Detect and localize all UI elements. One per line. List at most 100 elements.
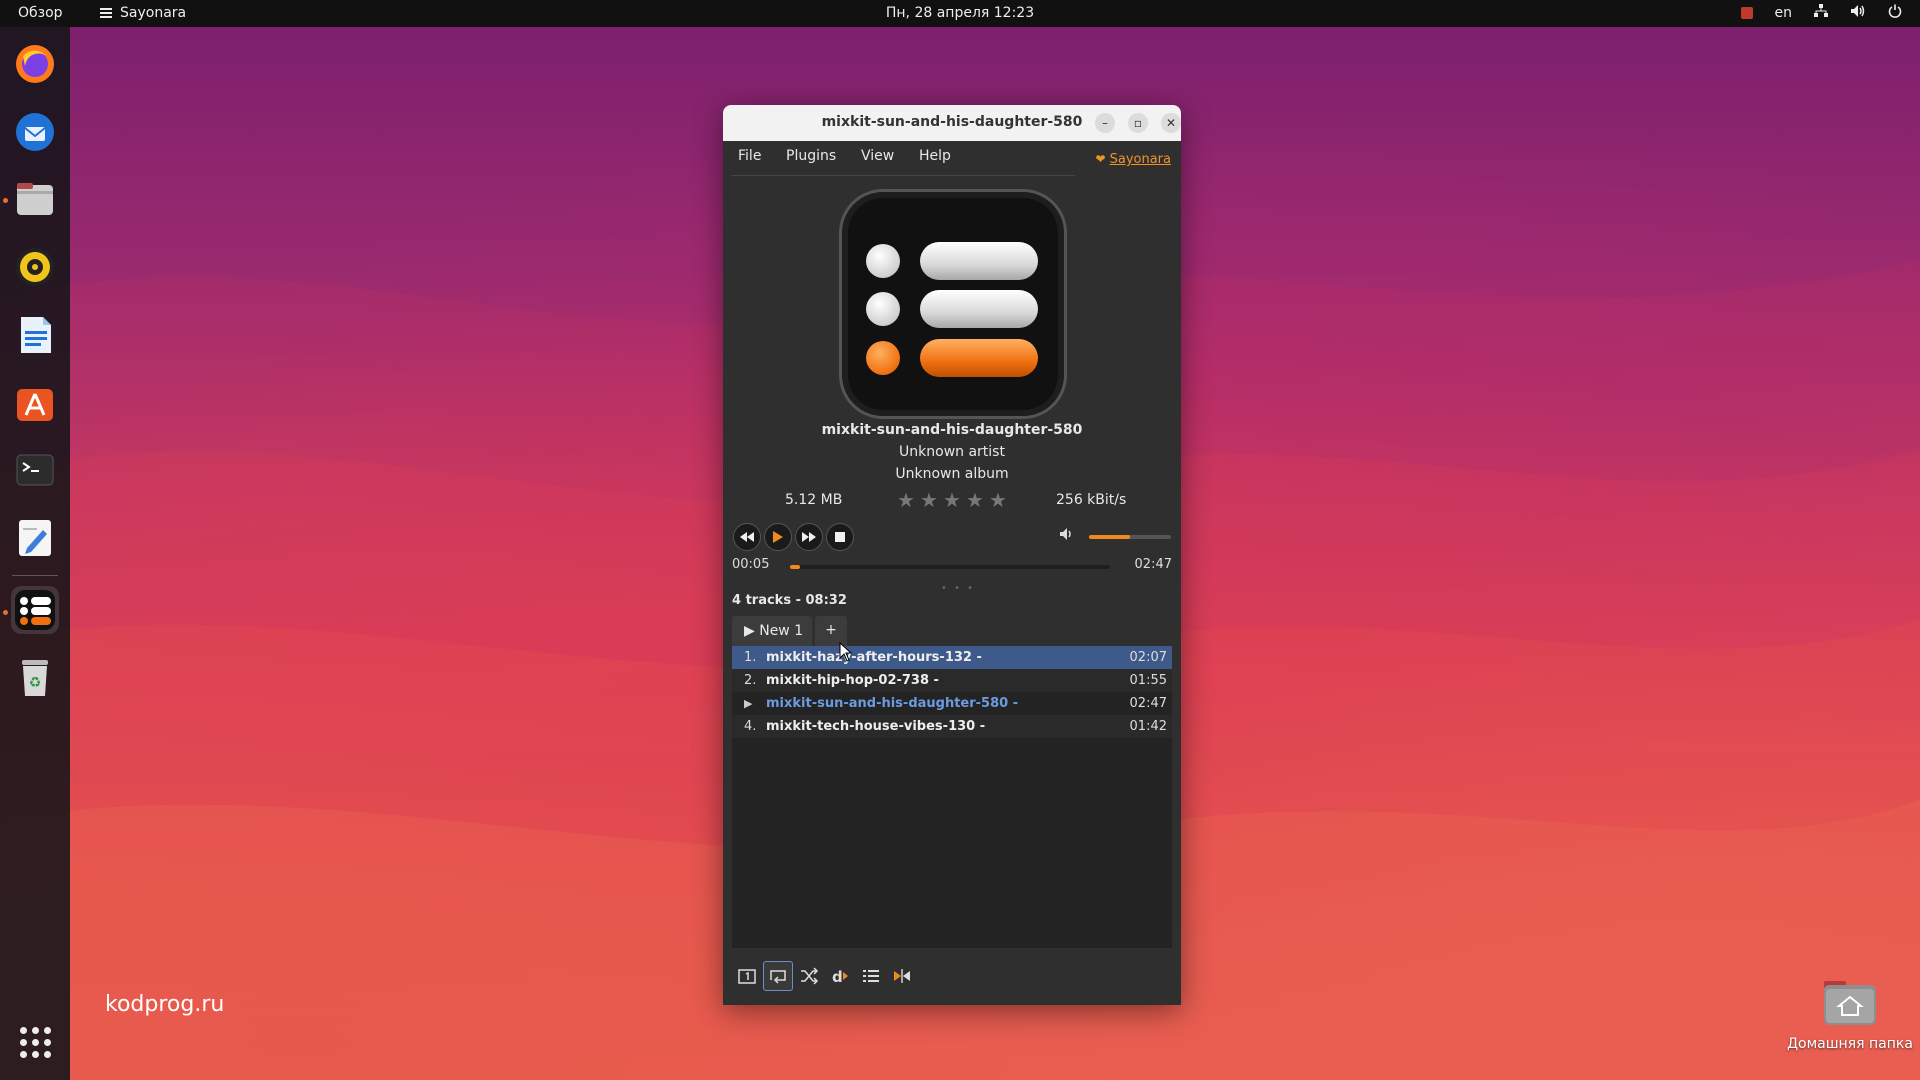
rewind-icon — [740, 532, 754, 542]
track-number: 1. — [744, 650, 757, 665]
playlist[interactable]: 1. mixkit-hazy-after-hours-132 - 02:07 2… — [732, 646, 1172, 948]
now-playing-icon: ▶ — [744, 697, 753, 710]
dynamic-playback-button[interactable]: d — [825, 961, 855, 991]
gapless-icon — [894, 969, 910, 983]
playlist-row[interactable]: ▶ mixkit-sun-and-his-daughter-580 - 02:4… — [732, 692, 1172, 715]
volume-icon[interactable] — [1850, 4, 1866, 22]
star-icon[interactable]: ★ — [988, 488, 1008, 512]
play-button[interactable] — [764, 523, 792, 551]
track-duration: 01:55 — [1129, 673, 1167, 688]
star-icon[interactable]: ★ — [896, 488, 916, 512]
top-bar: Обзор Sayonara Пн, 28 апреля 12:23 en — [0, 0, 1920, 27]
total-time: 02:47 — [1134, 557, 1172, 572]
shuffle-icon — [801, 967, 819, 985]
trash-icon[interactable]: ♻ — [11, 654, 59, 702]
star-icon[interactable]: ★ — [965, 488, 985, 512]
repeat-all-button[interactable] — [763, 961, 793, 991]
rating-stars[interactable]: ★ ★ ★ ★ ★ — [896, 488, 1008, 512]
stop-icon — [835, 532, 845, 542]
show-apps-button[interactable] — [11, 1018, 59, 1066]
track-name: mixkit-hazy-after-hours-132 - — [766, 650, 982, 665]
volume-fill — [1089, 535, 1130, 539]
menu-divider — [731, 175, 1075, 176]
track-name: mixkit-sun-and-his-daughter-580 - — [766, 696, 1019, 711]
seek-fill — [790, 565, 800, 569]
terminal-icon[interactable] — [11, 446, 59, 494]
shuffle-button[interactable] — [794, 961, 824, 991]
previous-button[interactable] — [733, 523, 761, 551]
cover-dot-1 — [866, 244, 900, 278]
playlist-row[interactable]: 1. mixkit-hazy-after-hours-132 - 02:07 — [732, 646, 1172, 669]
maximize-button[interactable]: ▫ — [1128, 113, 1148, 133]
file-size: 5.12 MB — [785, 492, 843, 508]
track-artist: Unknown artist — [899, 444, 1005, 460]
svg-text:♻: ♻ — [29, 675, 42, 691]
playlist-row[interactable]: 4. mixkit-tech-house-vibes-130 - 01:42 — [732, 715, 1172, 738]
sayonara-icon[interactable] — [11, 586, 59, 634]
firefox-icon[interactable] — [11, 40, 59, 88]
append-button[interactable] — [856, 961, 886, 991]
track-duration: 02:07 — [1129, 650, 1167, 665]
title-bar[interactable]: mixkit-sun-and-his-daughter-580 – ▫ ✕ — [723, 105, 1181, 141]
running-indicator — [3, 198, 8, 203]
close-button[interactable]: ✕ — [1161, 113, 1181, 133]
playlist-row[interactable]: 2. mixkit-hip-hop-02-738 - 01:55 — [732, 669, 1172, 692]
playlist-tab[interactable]: ▶ New 1 — [732, 616, 812, 646]
forward-icon — [802, 532, 816, 542]
mouse-cursor-icon — [839, 642, 853, 662]
sayonara-link-label: Sayonara — [1109, 152, 1171, 167]
stop-button[interactable] — [826, 523, 854, 551]
files-icon[interactable] — [11, 175, 59, 223]
track-title: mixkit-sun-and-his-daughter-580 — [821, 422, 1083, 438]
next-button[interactable] — [795, 523, 823, 551]
minimize-button[interactable]: – — [1095, 113, 1115, 133]
star-icon[interactable]: ★ — [919, 488, 939, 512]
bitrate: 256 kBit/s — [1056, 492, 1127, 508]
system-tray[interactable]: en — [1740, 4, 1903, 22]
heart-icon: ❤ — [1095, 152, 1106, 166]
text-editor-icon[interactable] — [11, 514, 59, 562]
repeat-one-button[interactable] — [732, 961, 762, 991]
gapless-button[interactable] — [887, 961, 917, 991]
menu-plugins[interactable]: Plugins — [786, 148, 836, 164]
watermark: kodprog.ru — [105, 992, 225, 1017]
dock-separator — [12, 575, 58, 576]
menu-view[interactable]: View — [861, 148, 894, 164]
keyboard-layout[interactable]: en — [1775, 5, 1793, 21]
network-icon[interactable] — [1814, 4, 1828, 22]
track-number: 4. — [744, 719, 757, 734]
clock[interactable]: Пн, 28 апреля 12:23 — [0, 5, 1920, 21]
track-name: mixkit-tech-house-vibes-130 - — [766, 719, 986, 734]
track-name: mixkit-hip-hop-02-738 - — [766, 673, 939, 688]
cover-dot-2 — [866, 292, 900, 326]
sayonara-link[interactable]: ❤ Sayonara — [1096, 152, 1171, 167]
track-album: Unknown album — [895, 466, 1009, 482]
volume-slider[interactable] — [1089, 535, 1171, 539]
home-folder-icon[interactable] — [1820, 975, 1880, 1030]
app-center-icon[interactable] — [11, 379, 59, 427]
menu-help[interactable]: Help — [919, 148, 951, 164]
seek-slider[interactable] — [790, 565, 1110, 569]
volume-icon[interactable] — [1059, 527, 1075, 545]
dynamic-icon: d — [832, 968, 848, 986]
splitter-handle[interactable]: • • • — [941, 583, 975, 594]
recording-indicator-icon[interactable] — [1740, 7, 1753, 19]
cover-bar-3 — [920, 339, 1038, 377]
track-number: 2. — [744, 673, 757, 688]
track-duration: 01:42 — [1129, 719, 1167, 734]
rhythmbox-icon[interactable] — [11, 243, 59, 291]
list-icon — [863, 970, 879, 982]
repeat-all-icon — [770, 970, 786, 984]
album-cover[interactable] — [839, 189, 1067, 419]
home-folder-label[interactable]: Домашняя папка — [1780, 1036, 1920, 1052]
svg-text:d: d — [832, 968, 843, 986]
running-indicator — [3, 610, 8, 615]
current-time: 00:05 — [732, 557, 770, 572]
writer-icon[interactable] — [11, 311, 59, 359]
play-icon — [773, 531, 783, 543]
playlist-mode-bar: d — [732, 958, 1172, 998]
power-icon[interactable] — [1888, 4, 1902, 22]
thunderbird-icon[interactable] — [11, 108, 59, 156]
menu-file[interactable]: File — [738, 148, 761, 164]
star-icon[interactable]: ★ — [942, 488, 962, 512]
